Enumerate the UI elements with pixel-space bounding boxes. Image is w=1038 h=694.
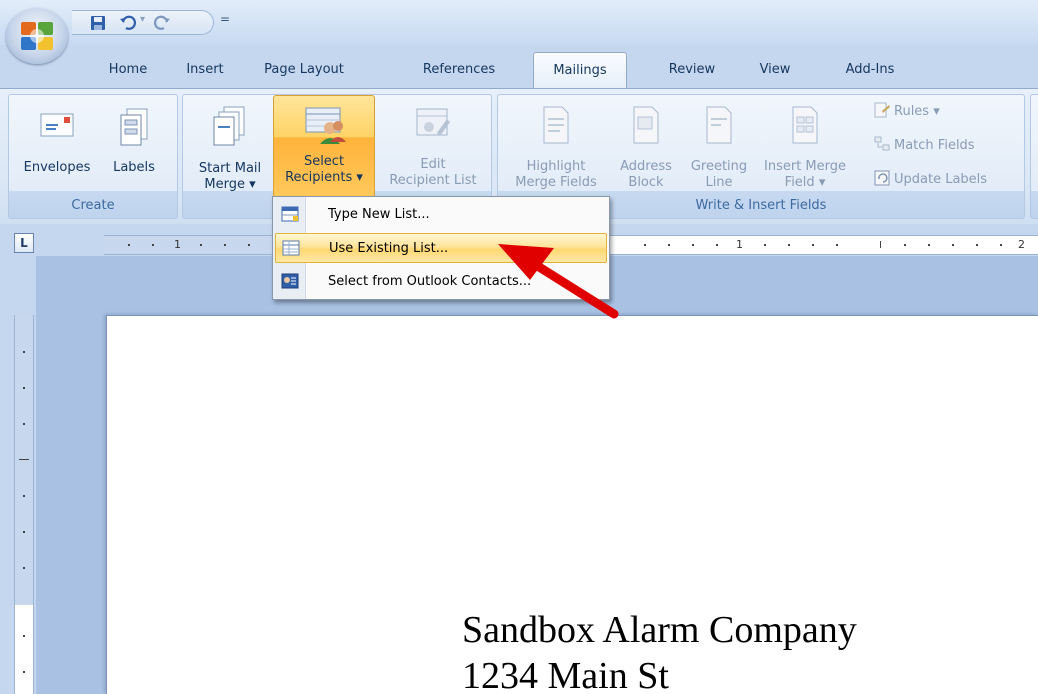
menu-item-label: Use Existing List... (329, 241, 449, 256)
tab-view[interactable]: View (749, 56, 801, 86)
highlight-merge-fields-icon (543, 106, 569, 144)
start-mail-merge-label-2: Merge ▾ (204, 177, 256, 192)
match-fields-button[interactable]: Match Fields (873, 135, 975, 157)
office-logo-icon (21, 22, 53, 50)
vertical-ruler[interactable] (14, 315, 34, 694)
document-page[interactable]: Sandbox Alarm Company 1234 Main St (106, 315, 1038, 694)
undo-icon[interactable] (118, 13, 138, 33)
edit-recipient-list-label-1: Edit (420, 157, 446, 172)
greeting-line-label-1: Greeting (690, 159, 748, 174)
select-recipients-label-2: Recipients ▾ (285, 170, 363, 185)
envelope-icon (40, 113, 74, 137)
insert-merge-field-label-1: Insert Merge (764, 159, 846, 174)
address-block-label-2: Block (628, 175, 664, 190)
start-mail-merge-label-1: Start Mail (198, 161, 262, 176)
select-recipients-button[interactable]: Select Recipients ▾ (273, 95, 375, 199)
ribbon-tabs: Home Insert Page Layout References Maili… (0, 46, 1038, 88)
document-text-line[interactable]: 1234 Main St (462, 654, 669, 694)
group-create-label: Create (71, 198, 115, 213)
update-labels-icon (874, 170, 890, 186)
update-labels-button[interactable]: Update Labels (873, 169, 987, 191)
highlight-merge-fields-label-2: Merge Fields (515, 175, 597, 190)
tab-add-ins[interactable]: Add-Ins (830, 56, 910, 86)
greeting-line-button[interactable]: Greeting Line (684, 105, 754, 191)
start-mail-merge-button[interactable]: Start Mail Merge ▾ (191, 105, 269, 192)
office-button[interactable] (6, 8, 68, 64)
select-recipients-icon (305, 107, 346, 144)
edit-recipient-list-icon (416, 108, 450, 136)
document-text-line[interactable]: Sandbox Alarm Company (462, 608, 857, 652)
highlight-merge-fields-label-1: Highlight (526, 159, 586, 174)
tab-review[interactable]: Review (659, 56, 725, 86)
menu-item-label: Type New List... (328, 207, 430, 222)
tab-insert[interactable]: Insert (174, 56, 236, 86)
select-recipients-label-1: Select (303, 154, 345, 169)
insert-merge-field-icon (792, 106, 818, 144)
existing-list-icon (282, 240, 300, 256)
title-bar: ▾ = (0, 0, 1038, 45)
customize-toolbar-icon[interactable]: = (220, 12, 234, 30)
labels-icon (120, 108, 148, 146)
quick-access-toolbar: ▾ (72, 10, 214, 35)
edit-recipient-list-button[interactable]: Edit Recipient List (381, 105, 485, 191)
outlook-contacts-icon (281, 273, 299, 289)
start-mail-merge-icon (213, 106, 245, 146)
match-fields-icon (874, 136, 890, 151)
edit-recipient-list-label-2: Recipient List (389, 173, 477, 188)
rules-button[interactable]: Rules ▾ (873, 101, 940, 123)
highlight-merge-fields-button[interactable]: Highlight Merge Fields (504, 105, 608, 191)
group-next-partial (1030, 94, 1038, 219)
insert-merge-field-label-2: Field ▾ (784, 175, 826, 190)
rules-icon (874, 102, 890, 118)
labels-label: Labels (113, 160, 155, 175)
address-block-icon (633, 106, 659, 144)
undo-dropdown-icon[interactable]: ▾ (140, 14, 145, 25)
address-block-label-1: Address (620, 159, 672, 174)
vertical-ruler-ticks (19, 351, 29, 673)
envelopes-button[interactable]: Envelopes (19, 107, 95, 187)
labels-button[interactable]: Labels (101, 107, 167, 187)
address-block-button[interactable]: Address Block (614, 105, 678, 191)
greeting-line-icon (706, 106, 732, 144)
greeting-line-label-2: Line (705, 175, 733, 190)
tab-references[interactable]: References (404, 56, 514, 86)
menu-item-type-new-list[interactable]: Type New List... (275, 200, 607, 230)
redo-icon[interactable] (152, 13, 172, 33)
new-list-icon (281, 206, 299, 222)
annotation-arrow-icon (498, 244, 619, 319)
tab-mailings[interactable]: Mailings (533, 52, 627, 88)
tab-page-layout[interactable]: Page Layout (250, 56, 358, 86)
tab-home[interactable]: Home (96, 56, 160, 86)
tab-selector-button[interactable]: L (14, 233, 34, 253)
insert-merge-field-button[interactable]: Insert Merge Field ▾ (760, 105, 850, 191)
envelopes-label: Envelopes (23, 160, 91, 175)
save-icon[interactable] (88, 13, 108, 33)
group-create: Envelopes Labels Create (8, 94, 178, 219)
